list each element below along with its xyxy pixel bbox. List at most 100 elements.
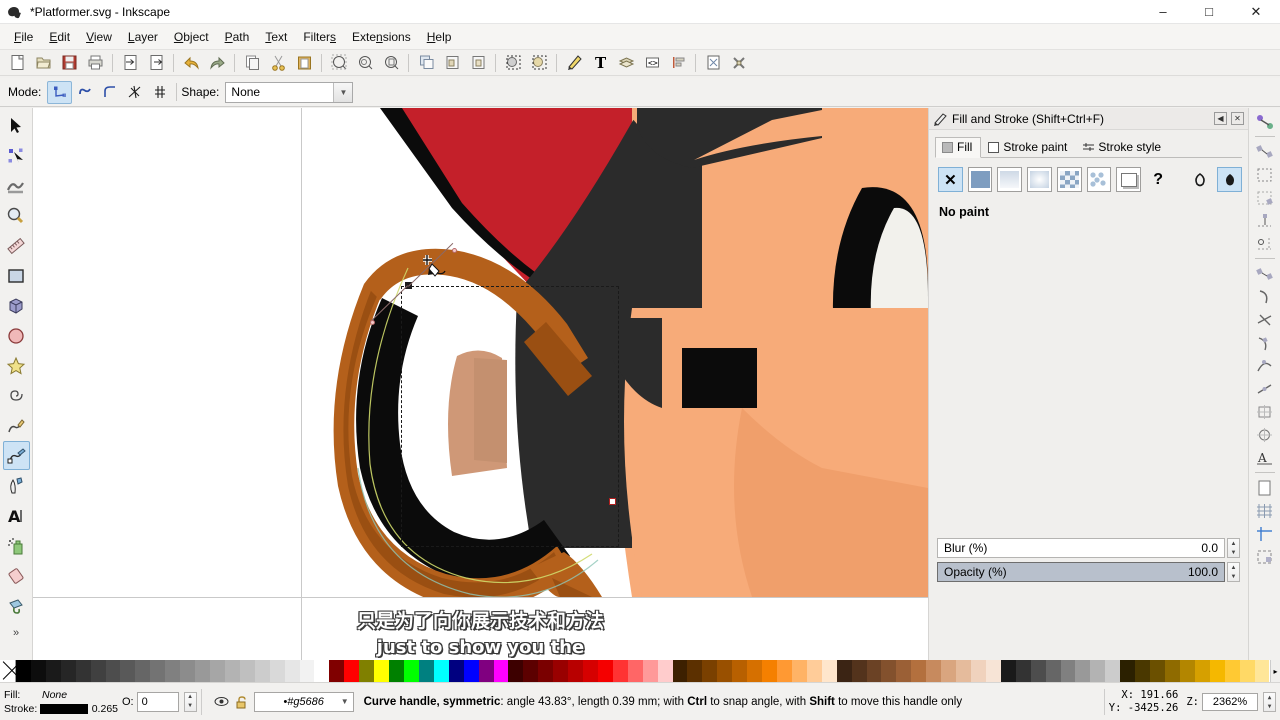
palette-swatch[interactable] xyxy=(1150,660,1165,682)
palette-swatch[interactable] xyxy=(896,660,912,682)
palette-swatch[interactable] xyxy=(1179,660,1195,682)
palette-swatch[interactable] xyxy=(195,660,210,682)
opacity-spinner[interactable]: ▲ ▼ xyxy=(1227,562,1240,582)
palette-swatch[interactable] xyxy=(463,660,479,682)
snap-path-intersection-icon[interactable] xyxy=(1252,308,1278,331)
palette-swatch[interactable] xyxy=(344,660,360,682)
palette-swatch[interactable] xyxy=(538,660,554,682)
chevron-down-icon[interactable]: ▼ xyxy=(333,82,353,102)
paste-icon[interactable] xyxy=(291,51,317,75)
blur-spinner[interactable]: ▲ ▼ xyxy=(1227,538,1240,558)
palette-swatch[interactable] xyxy=(762,660,778,682)
measure-tool[interactable] xyxy=(3,231,30,260)
palette-swatch[interactable] xyxy=(553,660,569,682)
eraser-tool[interactable] xyxy=(3,561,30,590)
redo-icon[interactable] xyxy=(204,51,230,75)
palette-swatch[interactable] xyxy=(583,660,598,682)
palette-swatch[interactable] xyxy=(568,660,584,682)
palette-swatch[interactable] xyxy=(1120,660,1136,682)
palette-swatch[interactable] xyxy=(1060,660,1076,682)
paraxial-line-mode-button[interactable] xyxy=(147,81,172,104)
palette-swatch[interactable] xyxy=(433,660,449,682)
palette-swatch[interactable] xyxy=(269,660,285,682)
palette-swatch[interactable] xyxy=(627,660,643,682)
palette-swatch[interactable] xyxy=(657,660,673,682)
opacity-slider[interactable]: Opacity (%) 100.0 xyxy=(937,562,1225,582)
palette-swatch[interactable] xyxy=(717,660,733,682)
menu-edit[interactable]: Edit xyxy=(41,27,78,47)
palette-swatch[interactable] xyxy=(1090,660,1106,682)
maximize-button[interactable]: □ xyxy=(1186,0,1232,24)
palette-swatch[interactable] xyxy=(642,660,658,682)
undo-icon[interactable] xyxy=(178,51,204,75)
question-paint-button[interactable]: ? xyxy=(1146,167,1171,192)
palette-swatch[interactable] xyxy=(985,660,1001,682)
palette-swatch[interactable] xyxy=(478,660,494,682)
tab-stroke-paint[interactable]: Stroke paint xyxy=(981,137,1076,157)
tweak-tool[interactable] xyxy=(3,171,30,200)
tab-stroke-style[interactable]: Stroke style xyxy=(1076,137,1170,157)
palette-swatch[interactable] xyxy=(612,660,628,682)
palette-swatch[interactable] xyxy=(30,660,46,682)
palette-swatch[interactable] xyxy=(135,660,151,682)
menu-object[interactable]: Object xyxy=(166,27,217,47)
palette-swatch[interactable] xyxy=(284,660,300,682)
zoom-tool[interactable] xyxy=(3,201,30,230)
bspline-path-mode-button[interactable] xyxy=(97,81,122,104)
palette-swatch[interactable] xyxy=(508,660,524,682)
group-icon[interactable] xyxy=(439,51,465,75)
text-properties-icon[interactable]: T xyxy=(587,51,613,75)
palette-swatch[interactable] xyxy=(1135,660,1151,682)
close-button[interactable]: ✕ xyxy=(1232,0,1280,24)
menu-view[interactable]: View xyxy=(78,27,120,47)
import-icon[interactable] xyxy=(117,51,143,75)
palette-swatch[interactable] xyxy=(1209,660,1225,682)
paint-bucket-tool[interactable] xyxy=(3,591,30,620)
xml-editor-icon[interactable]: <> xyxy=(639,51,665,75)
palette-swatch[interactable] xyxy=(254,660,270,682)
palette-swatch[interactable] xyxy=(105,660,121,682)
pencil-tool[interactable] xyxy=(3,411,30,440)
preferences-icon[interactable] xyxy=(726,51,752,75)
new-document-icon[interactable] xyxy=(4,51,30,75)
palette-swatch[interactable] xyxy=(597,660,613,682)
3d-box-tool[interactable] xyxy=(3,291,30,320)
radial-gradient-button[interactable] xyxy=(1027,167,1052,192)
palette-swatch[interactable] xyxy=(209,660,225,682)
snap-bbox-page-icon[interactable] xyxy=(1252,545,1278,568)
color-palette[interactable]: ▸ xyxy=(0,660,1280,682)
palette-swatch[interactable] xyxy=(16,660,31,682)
zoom-selection-icon[interactable] xyxy=(326,51,352,75)
palette-none-swatch[interactable] xyxy=(0,660,16,682)
unknown-paint-button[interactable] xyxy=(1116,167,1141,192)
snap-object-center-icon[interactable] xyxy=(1252,400,1278,423)
palette-swatch[interactable] xyxy=(1239,660,1255,682)
palette-swatch[interactable] xyxy=(747,660,763,682)
snap-bbox-center-icon[interactable] xyxy=(1252,232,1278,255)
swatch-button[interactable] xyxy=(1086,167,1112,192)
palette-swatch[interactable] xyxy=(299,660,315,682)
snap-text-baseline-icon[interactable]: A xyxy=(1252,446,1278,469)
palette-swatch[interactable] xyxy=(90,660,106,682)
snap-bounding-box-icon[interactable] xyxy=(1252,140,1278,163)
palette-swatch[interactable] xyxy=(881,660,897,682)
even-odd-fillrule-button[interactable] xyxy=(1188,167,1213,192)
snap-midpoint-icon[interactable] xyxy=(1252,377,1278,400)
spray-tool[interactable] xyxy=(3,531,30,560)
no-paint-button[interactable]: ✕ xyxy=(938,167,963,192)
palette-swatch[interactable] xyxy=(1254,660,1270,682)
enable-snapping-icon[interactable] xyxy=(1252,110,1278,133)
palette-swatch[interactable] xyxy=(866,660,882,682)
linear-gradient-button[interactable] xyxy=(997,167,1023,192)
palette-swatch[interactable] xyxy=(314,660,330,682)
snap-nodes-paths-icon[interactable] xyxy=(1252,262,1278,285)
ungroup-icon[interactable] xyxy=(465,51,491,75)
flat-color-button[interactable] xyxy=(967,167,993,192)
more-tools-button[interactable]: » xyxy=(13,627,19,639)
palette-swatch[interactable] xyxy=(911,660,927,682)
palette-swatch[interactable] xyxy=(941,660,957,682)
open-document-icon[interactable] xyxy=(30,51,56,75)
rectangle-tool[interactable] xyxy=(3,261,30,290)
chevron-down-icon[interactable]: ▼ xyxy=(341,697,349,706)
snap-bbox-edge-midpoint-icon[interactable] xyxy=(1252,209,1278,232)
